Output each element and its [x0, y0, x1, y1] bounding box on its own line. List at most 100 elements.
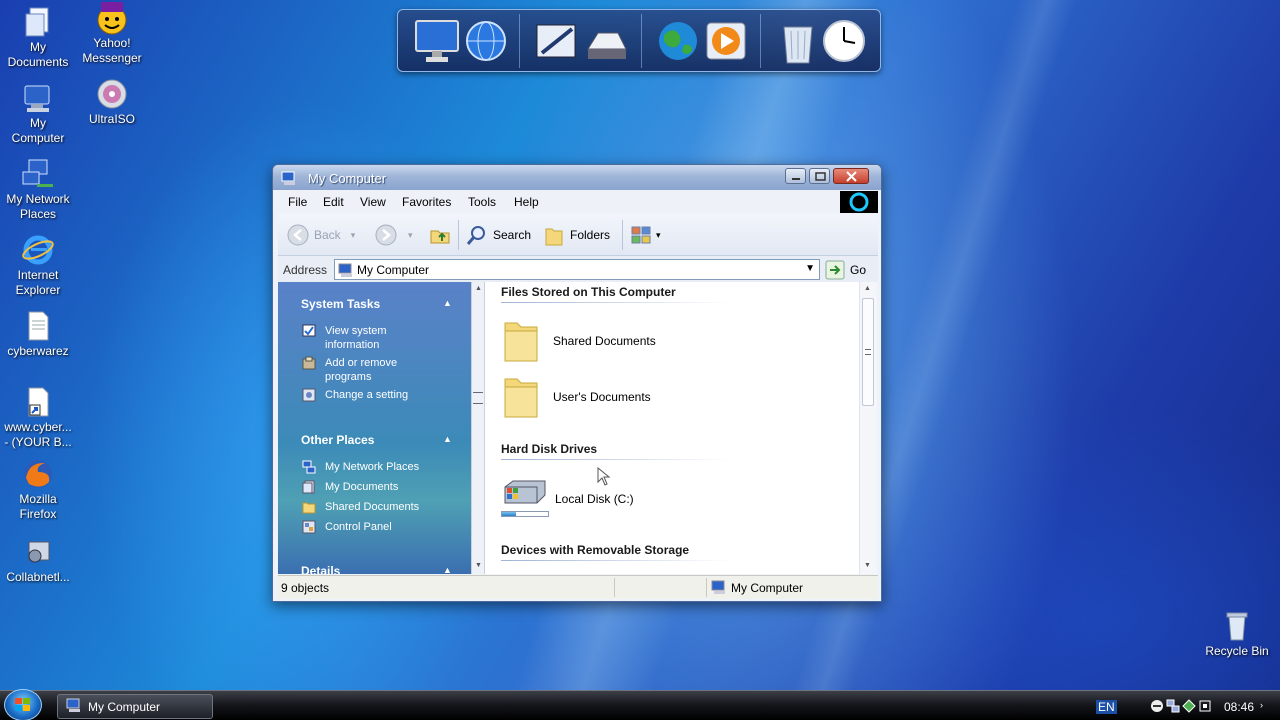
pane-scrollbar[interactable]: ▲ ▼	[471, 282, 485, 574]
item-label: Local Disk (C:)	[555, 492, 634, 506]
place-my-network-places[interactable]: My Network Places	[302, 460, 452, 474]
earth-icon[interactable]	[656, 19, 700, 65]
menu-tools[interactable]: Tools	[468, 195, 496, 209]
desktop-icon-internet-explorer[interactable]: Internet Explorer	[0, 234, 76, 298]
back-label: Back	[314, 228, 341, 242]
mail-tray-icon[interactable]	[584, 19, 628, 65]
internet-explorer-icon	[21, 234, 55, 266]
menu-edit[interactable]: Edit	[323, 195, 344, 209]
pen-tool-icon[interactable]	[534, 19, 578, 65]
language-indicator[interactable]: EN	[1096, 700, 1117, 714]
content-area: Files Stored on This Computer Shared Doc…	[485, 282, 859, 574]
device-tray-icon[interactable]	[1198, 699, 1212, 716]
details-header[interactable]: Details	[301, 564, 340, 574]
maximize-button[interactable]	[809, 168, 830, 184]
folder-icon	[504, 322, 538, 362]
place-my-documents[interactable]: My Documents	[302, 480, 452, 494]
desktop-icon-my-network-places[interactable]: My Network Places	[0, 158, 76, 222]
forward-button[interactable]: ▾	[374, 222, 413, 248]
task-add-remove-programs[interactable]: Add or remove programs	[302, 356, 452, 384]
desktop-icon-label: www.cyber... - (YOUR B...	[4, 420, 72, 449]
globe-icon[interactable]	[464, 19, 508, 65]
scroll-down-icon[interactable]: ▼	[475, 562, 482, 569]
start-button[interactable]	[4, 689, 42, 720]
desktop-icon-label: Internet Explorer	[15, 268, 61, 297]
firefox-icon	[21, 458, 55, 490]
minimize-button[interactable]	[785, 168, 806, 184]
other-places-header[interactable]: Other Places	[301, 433, 374, 447]
application-icon	[21, 536, 55, 568]
clock-icon[interactable]	[822, 19, 866, 65]
go-button[interactable]: Go	[825, 259, 875, 280]
scroll-down-icon[interactable]: ▼	[864, 562, 871, 569]
chevron-down-icon[interactable]: ▼	[805, 263, 815, 274]
dock-separator	[519, 14, 520, 68]
menu-view[interactable]: View	[360, 195, 386, 209]
chevron-right-icon[interactable]: ›	[1260, 700, 1263, 710]
scroll-thumb[interactable]	[862, 298, 874, 406]
speaker-icon[interactable]	[1150, 699, 1164, 716]
back-button[interactable]: Back ▾	[286, 222, 355, 248]
task-change-setting[interactable]: Change a setting	[302, 388, 452, 402]
control-panel-icon	[302, 520, 316, 534]
menu-help[interactable]: Help	[514, 195, 539, 209]
views-button[interactable]: ▾	[630, 222, 661, 248]
desktop-icon-yahoo-messenger[interactable]: Yahoo! Messenger	[74, 2, 150, 66]
chevron-down-icon: ▾	[408, 229, 413, 240]
desktop-icon-recycle-bin[interactable]: Recycle Bin	[1198, 610, 1276, 659]
desktop-icon-label: My Computer	[11, 116, 65, 145]
network-icon	[21, 158, 55, 190]
scroll-up-icon[interactable]: ▲	[864, 285, 871, 292]
item-users-documents[interactable]: User's Documents	[501, 372, 651, 422]
dock	[397, 9, 881, 72]
scroll-up-icon[interactable]: ▲	[475, 285, 482, 292]
desktop-icon-my-documents[interactable]: My Documents	[0, 6, 76, 70]
taskbar-button-my-computer[interactable]: My Computer	[57, 694, 213, 719]
menu-favorites[interactable]: Favorites	[402, 195, 451, 209]
section-header: Devices with Removable Storage	[501, 543, 690, 557]
desktop-icon-shortcut[interactable]: www.cyber... - (YOUR B...	[0, 386, 76, 450]
desktop-icon-label: My Documents	[7, 40, 69, 69]
update-tray-icon[interactable]	[1182, 699, 1196, 716]
system-tasks-header[interactable]: System Tasks	[301, 297, 380, 311]
search-button[interactable]: Search	[466, 222, 531, 248]
desktop-icon-collabnet[interactable]: Collabnetl...	[0, 536, 76, 585]
folders-button[interactable]: Folders	[544, 222, 610, 248]
monitor-icon[interactable]	[414, 19, 459, 65]
desktop-icon-ultraiso[interactable]: UltraISO	[74, 78, 150, 127]
collapse-icon[interactable]: ▲	[443, 565, 452, 574]
media-player-icon[interactable]	[704, 19, 748, 65]
task-view-system-information[interactable]: View system information	[302, 324, 452, 352]
collapse-icon[interactable]: ▲	[443, 434, 452, 444]
title-bar[interactable]: My Computer	[273, 165, 881, 190]
desktop-icon-cyberwarez[interactable]: cyberwarez	[0, 310, 76, 359]
menu-file[interactable]: File	[288, 195, 307, 209]
place-shared-documents[interactable]: Shared Documents	[302, 500, 452, 514]
content-scrollbar[interactable]: ▲ ▼	[859, 282, 877, 574]
item-local-disk-c[interactable]: Local Disk (C:)	[501, 474, 634, 524]
toolbar: Back ▾ ▾ Search Folders ▾	[278, 214, 878, 256]
scroll-grip	[865, 349, 871, 355]
search-label: Search	[493, 228, 532, 242]
taskbar: My Computer EN 08:46 ›	[0, 689, 1280, 720]
close-button[interactable]	[833, 168, 869, 184]
clock-time[interactable]: 08:46	[1224, 700, 1254, 714]
place-control-panel[interactable]: Control Panel	[302, 520, 452, 534]
chevron-down-icon: ▾	[350, 229, 356, 240]
scroll-thumb[interactable]	[473, 392, 483, 404]
desktop-icon-label: My Network Places	[6, 192, 70, 221]
desktop-icon-mozilla-firefox[interactable]: Mozilla Firefox	[0, 458, 76, 522]
task-label: Add or remove programs	[325, 357, 398, 383]
up-folder-button[interactable]	[428, 222, 452, 248]
control-panel-icon	[302, 388, 316, 402]
network-tray-icon[interactable]	[1166, 699, 1180, 716]
address-input[interactable]: My Computer ▼	[334, 259, 820, 280]
collapse-icon[interactable]: ▲	[443, 298, 452, 308]
desktop-icon-my-computer[interactable]: My Computer	[0, 82, 76, 146]
section-header: Files Stored on This Computer	[501, 285, 676, 299]
place-label: My Documents	[325, 481, 399, 493]
trash-icon[interactable]	[776, 19, 820, 65]
item-shared-documents[interactable]: Shared Documents	[501, 316, 656, 366]
status-divider	[614, 578, 615, 597]
shortcut-file-icon	[21, 386, 55, 418]
